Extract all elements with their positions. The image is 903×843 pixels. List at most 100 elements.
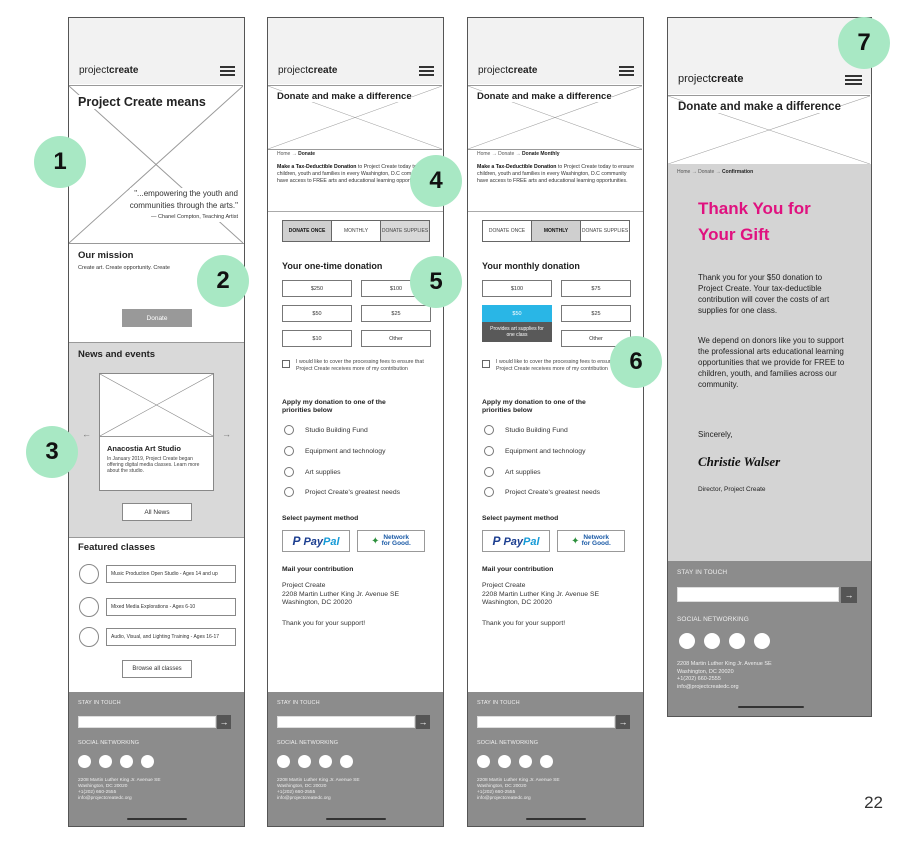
menu-icon[interactable] bbox=[220, 66, 235, 76]
priority-radio[interactable] bbox=[284, 425, 294, 435]
amount-button[interactable]: $25 bbox=[361, 305, 431, 322]
mail-address: Project Create 2208 Martin Luther King J… bbox=[482, 582, 599, 608]
social-icon[interactable] bbox=[704, 633, 720, 649]
menu-icon[interactable] bbox=[845, 75, 862, 85]
amount-button-selected[interactable]: $50 bbox=[482, 305, 552, 322]
amount-button[interactable]: $75 bbox=[561, 280, 631, 297]
divider bbox=[69, 243, 244, 244]
breadcrumb: Home → Donate → Confirmation bbox=[677, 169, 754, 175]
apply-title: Apply my donation to one of the prioriti… bbox=[282, 399, 386, 414]
mail-line: Washington, DC 20020 bbox=[282, 599, 353, 606]
priority-radio[interactable] bbox=[284, 467, 294, 477]
priority-radio[interactable] bbox=[484, 446, 494, 456]
all-news-button[interactable]: All News bbox=[122, 503, 192, 521]
tab-monthly[interactable]: MONTHLY bbox=[532, 221, 581, 241]
footer-address: 2208 Martin Luther King Jr. Avenue SE Wa… bbox=[677, 661, 772, 691]
divider bbox=[468, 211, 643, 212]
submit-arrow-icon[interactable]: → bbox=[416, 715, 430, 729]
social-icon[interactable] bbox=[679, 633, 695, 649]
social-icon[interactable] bbox=[519, 755, 532, 768]
social-icon[interactable] bbox=[319, 755, 332, 768]
tab-monthly[interactable]: MONTHLY bbox=[332, 221, 381, 241]
hero-title: Project Create means bbox=[78, 95, 206, 109]
social-icon[interactable] bbox=[340, 755, 353, 768]
footer-address: 2208 Martin Luther King Jr. Avenue SE Wa… bbox=[78, 778, 161, 802]
amount-button[interactable]: $100 bbox=[482, 280, 552, 297]
annotation-badge-7: 7 bbox=[838, 17, 890, 69]
social-icon[interactable] bbox=[78, 755, 91, 768]
paypal-button[interactable]: P PayPal bbox=[282, 530, 350, 552]
cover-fees-checkbox[interactable] bbox=[282, 360, 290, 368]
priority-radio[interactable] bbox=[284, 487, 294, 497]
submit-arrow-icon[interactable]: → bbox=[217, 715, 231, 729]
phone-line: +1(202) 660-2555 bbox=[677, 676, 721, 682]
submit-arrow-icon[interactable]: → bbox=[841, 587, 857, 603]
social-icon[interactable] bbox=[120, 755, 133, 768]
class-item[interactable]: Mixed Media Explorations - Ages 6-10 bbox=[106, 598, 236, 616]
social-icon[interactable] bbox=[729, 633, 745, 649]
email-input[interactable] bbox=[277, 716, 415, 728]
email-line[interactable]: info@projectcreatedc.org bbox=[477, 796, 560, 802]
social-icon[interactable] bbox=[99, 755, 112, 768]
cover-fees-label: I would like to cover the processing fee… bbox=[296, 359, 424, 373]
donate-button[interactable]: Donate bbox=[122, 309, 192, 327]
class-item[interactable]: Audio, Visual, and Lighting Training - A… bbox=[106, 628, 236, 646]
mail-title: Mail your contribution bbox=[482, 566, 554, 573]
tab-donate-supplies[interactable]: DONATE SUPPLIES bbox=[381, 221, 429, 241]
tab-donate-once[interactable]: DONATE ONCE bbox=[283, 221, 332, 241]
social-icon[interactable] bbox=[540, 755, 553, 768]
stay-in-touch-label: STAY IN TOUCH bbox=[277, 700, 320, 706]
tab-donate-once[interactable]: DONATE ONCE bbox=[483, 221, 532, 241]
tab-donate-supplies[interactable]: DONATE SUPPLIES bbox=[581, 221, 629, 241]
email-input[interactable] bbox=[78, 716, 216, 728]
submit-arrow-icon[interactable]: → bbox=[616, 715, 630, 729]
logo[interactable]: projectcreate bbox=[478, 65, 537, 76]
stay-in-touch-label: STAY IN TOUCH bbox=[677, 569, 728, 576]
priority-radio[interactable] bbox=[484, 425, 494, 435]
social-icon[interactable] bbox=[298, 755, 311, 768]
priority-label: Equipment and technology bbox=[305, 448, 386, 455]
network-for-good-button[interactable]: ✦ Network for Good. bbox=[557, 530, 625, 552]
social-icon[interactable] bbox=[141, 755, 154, 768]
priority-label: Art supplies bbox=[505, 469, 541, 476]
amount-button[interactable]: Other bbox=[361, 330, 431, 347]
email-input[interactable] bbox=[677, 587, 839, 602]
prev-arrow-icon[interactable]: ← bbox=[82, 429, 91, 439]
news-card[interactable]: Anacostia Art Studio In January 2019, Pr… bbox=[99, 373, 214, 491]
logo[interactable]: projectcreate bbox=[79, 65, 138, 76]
mail-title: Mail your contribution bbox=[282, 566, 354, 573]
logo[interactable]: projectcreate bbox=[278, 65, 337, 76]
priority-radio[interactable] bbox=[284, 446, 294, 456]
paypal-button[interactable]: P PayPal bbox=[482, 530, 550, 552]
email-line[interactable]: info@projectcreatedc.org bbox=[78, 796, 161, 802]
amount-button[interactable]: $10 bbox=[282, 330, 352, 347]
email-line[interactable]: info@projectcreatedc.org bbox=[277, 796, 360, 802]
quote-line: communities through the arts." bbox=[129, 201, 238, 210]
amount-button[interactable]: $50 bbox=[282, 305, 352, 322]
amount-button[interactable]: $250 bbox=[282, 280, 352, 297]
stay-in-touch-label: STAY IN TOUCH bbox=[477, 700, 520, 706]
social-label: SOCIAL NETWORKING bbox=[677, 616, 749, 623]
email-input[interactable] bbox=[477, 716, 615, 728]
amount-button[interactable]: $25 bbox=[561, 305, 631, 322]
menu-icon[interactable] bbox=[419, 66, 434, 76]
priority-radio[interactable] bbox=[484, 467, 494, 477]
next-arrow-icon[interactable]: → bbox=[222, 429, 231, 439]
logo[interactable]: projectcreate bbox=[678, 73, 743, 85]
quote-attribution: — Chanel Compton, Teaching Artist bbox=[150, 214, 238, 220]
home-indicator bbox=[738, 706, 804, 708]
social-icon[interactable] bbox=[477, 755, 490, 768]
breadcrumb: Home → Donate bbox=[277, 151, 316, 157]
social-icon[interactable] bbox=[754, 633, 770, 649]
network-for-good-button[interactable]: ✦ Network for Good. bbox=[357, 530, 425, 552]
email-line[interactable]: info@projectcreatedc.org bbox=[677, 684, 772, 692]
menu-icon[interactable] bbox=[619, 66, 634, 76]
social-icon[interactable] bbox=[498, 755, 511, 768]
class-item[interactable]: Music Production Open Studio - Ages 14 a… bbox=[106, 565, 236, 583]
cover-fees-checkbox[interactable] bbox=[482, 360, 490, 368]
browse-classes-button[interactable]: Browse all classes bbox=[122, 660, 192, 678]
social-icon[interactable] bbox=[277, 755, 290, 768]
priority-radio[interactable] bbox=[484, 487, 494, 497]
network-for-good-logo: Network for Good. bbox=[381, 534, 411, 547]
mission-text: Create art. Create opportunity. Create bbox=[78, 265, 170, 271]
